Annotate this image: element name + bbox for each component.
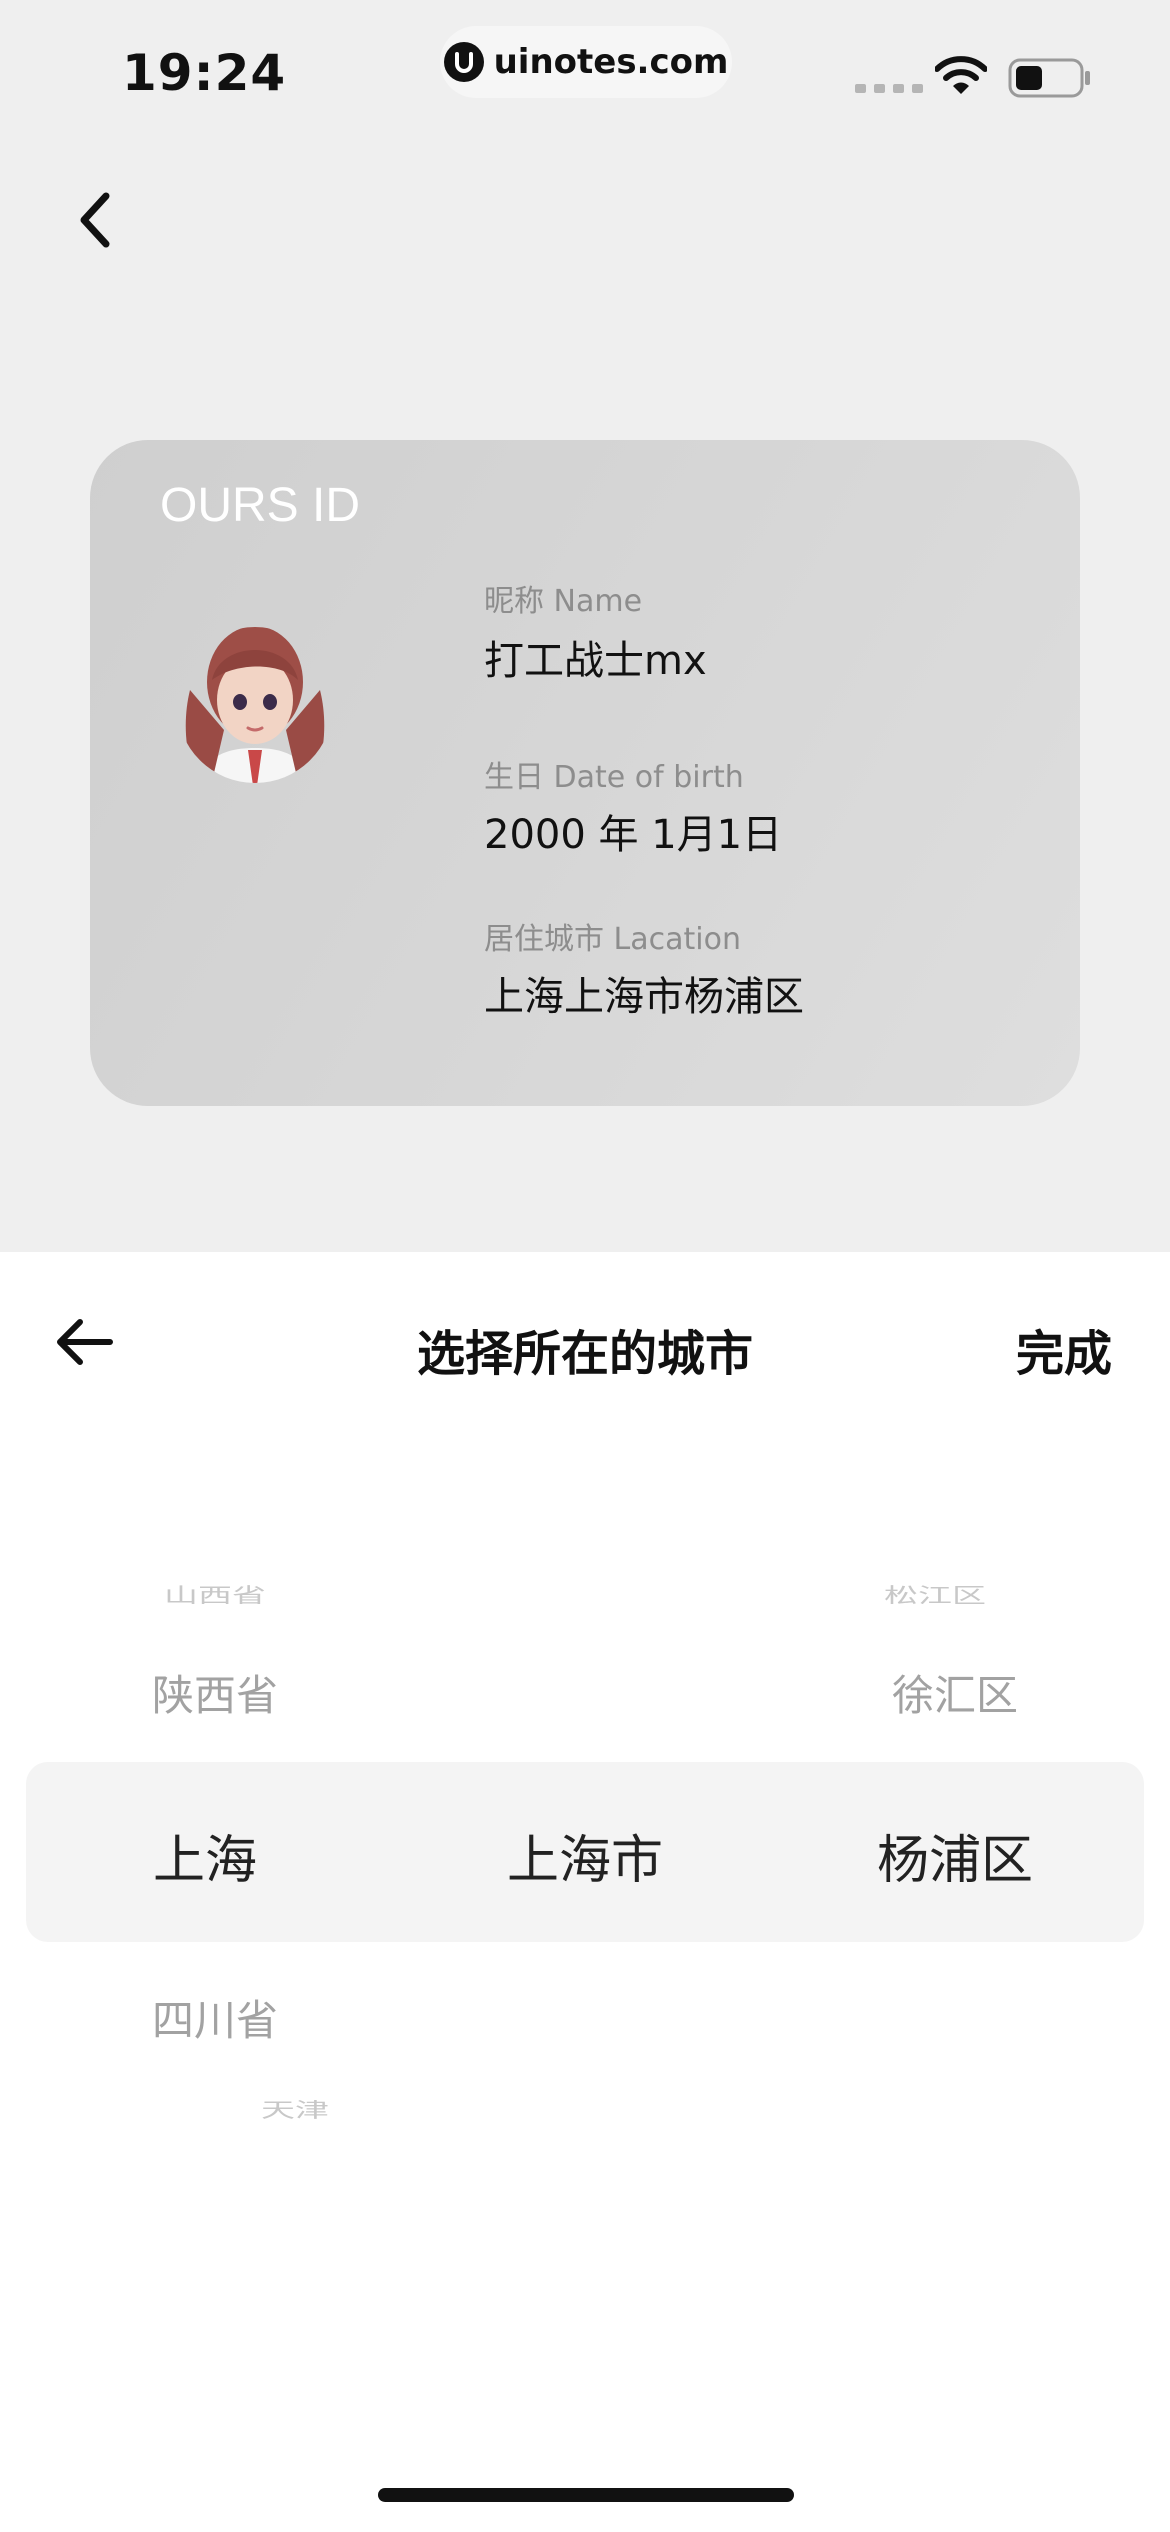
picker-item-far[interactable]: 天津	[130, 2100, 460, 2126]
battery-icon	[1008, 58, 1092, 102]
field-label-location: 居住城市 Lacation	[484, 922, 741, 957]
district-column[interactable]: 松江区 徐汇区 杨浦区	[790, 1252, 1120, 2532]
city-picker-sheet: 选择所在的城市 完成 山西省 陕西省 上海 四川省 天津 上海市 松江区 徐汇区…	[0, 1252, 1170, 2532]
uinotes-logo-icon	[443, 42, 484, 82]
field-label-name: 昵称 Name	[484, 584, 643, 619]
province-column[interactable]: 山西省 陕西省 上海 四川省 天津	[50, 1252, 380, 2532]
field-value-name: 打工战士mx	[484, 638, 707, 684]
field-value-birth: 2000 年 1月1日	[484, 812, 783, 858]
field-value-location: 上海上海市杨浦区	[484, 974, 804, 1020]
avatar	[180, 610, 330, 800]
url-text: uinotes.com	[493, 42, 729, 82]
picker-item-far[interactable]: 山西省	[50, 1578, 380, 1604]
picker-item-selected[interactable]: 上海	[50, 1818, 360, 1893]
picker-item-selected[interactable]: 上海市	[420, 1818, 750, 1893]
picker-item-selected[interactable]: 杨浦区	[790, 1818, 1120, 1893]
wifi-icon	[934, 56, 988, 100]
back-chevron-icon[interactable]	[72, 190, 116, 254]
cellular-signal-icon	[855, 84, 923, 93]
picker-item-far[interactable]: 松江区	[790, 1578, 1080, 1604]
home-indicator[interactable]	[378, 2488, 794, 2502]
id-card: OURS ID 昵称 Name 打工战士mx 生日 Date of birth …	[90, 440, 1080, 1106]
city-column[interactable]: 上海市	[420, 1252, 750, 2532]
url-pill[interactable]: uinotes.com	[440, 26, 732, 98]
picker-item[interactable]: 四川省	[50, 1987, 380, 2048]
field-label-birth: 生日 Date of birth	[484, 760, 744, 795]
card-title: OURS ID	[160, 479, 361, 532]
picker-item[interactable]: 徐汇区	[790, 1662, 1120, 1723]
status-time: 19:24	[122, 44, 287, 102]
picker-item[interactable]: 陕西省	[50, 1662, 380, 1723]
